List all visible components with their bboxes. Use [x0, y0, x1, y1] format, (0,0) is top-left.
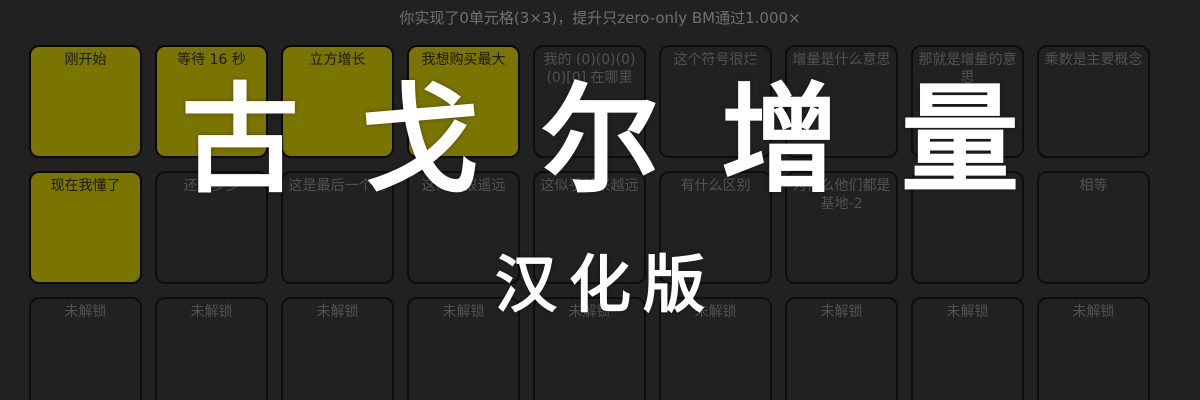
overlay-subtitle: 汉化版 [494, 248, 717, 321]
achievement-status-text: 你实现了0单元格(3×3)，提升只zero-only BM通过1.000× [399, 9, 801, 27]
overlay-title: 古戈尔增量 [180, 71, 1081, 209]
achievements-page: 你实现了0单元格(3×3)，提升只zero-only BM通过1.000× 刚开… [0, 0, 1200, 400]
